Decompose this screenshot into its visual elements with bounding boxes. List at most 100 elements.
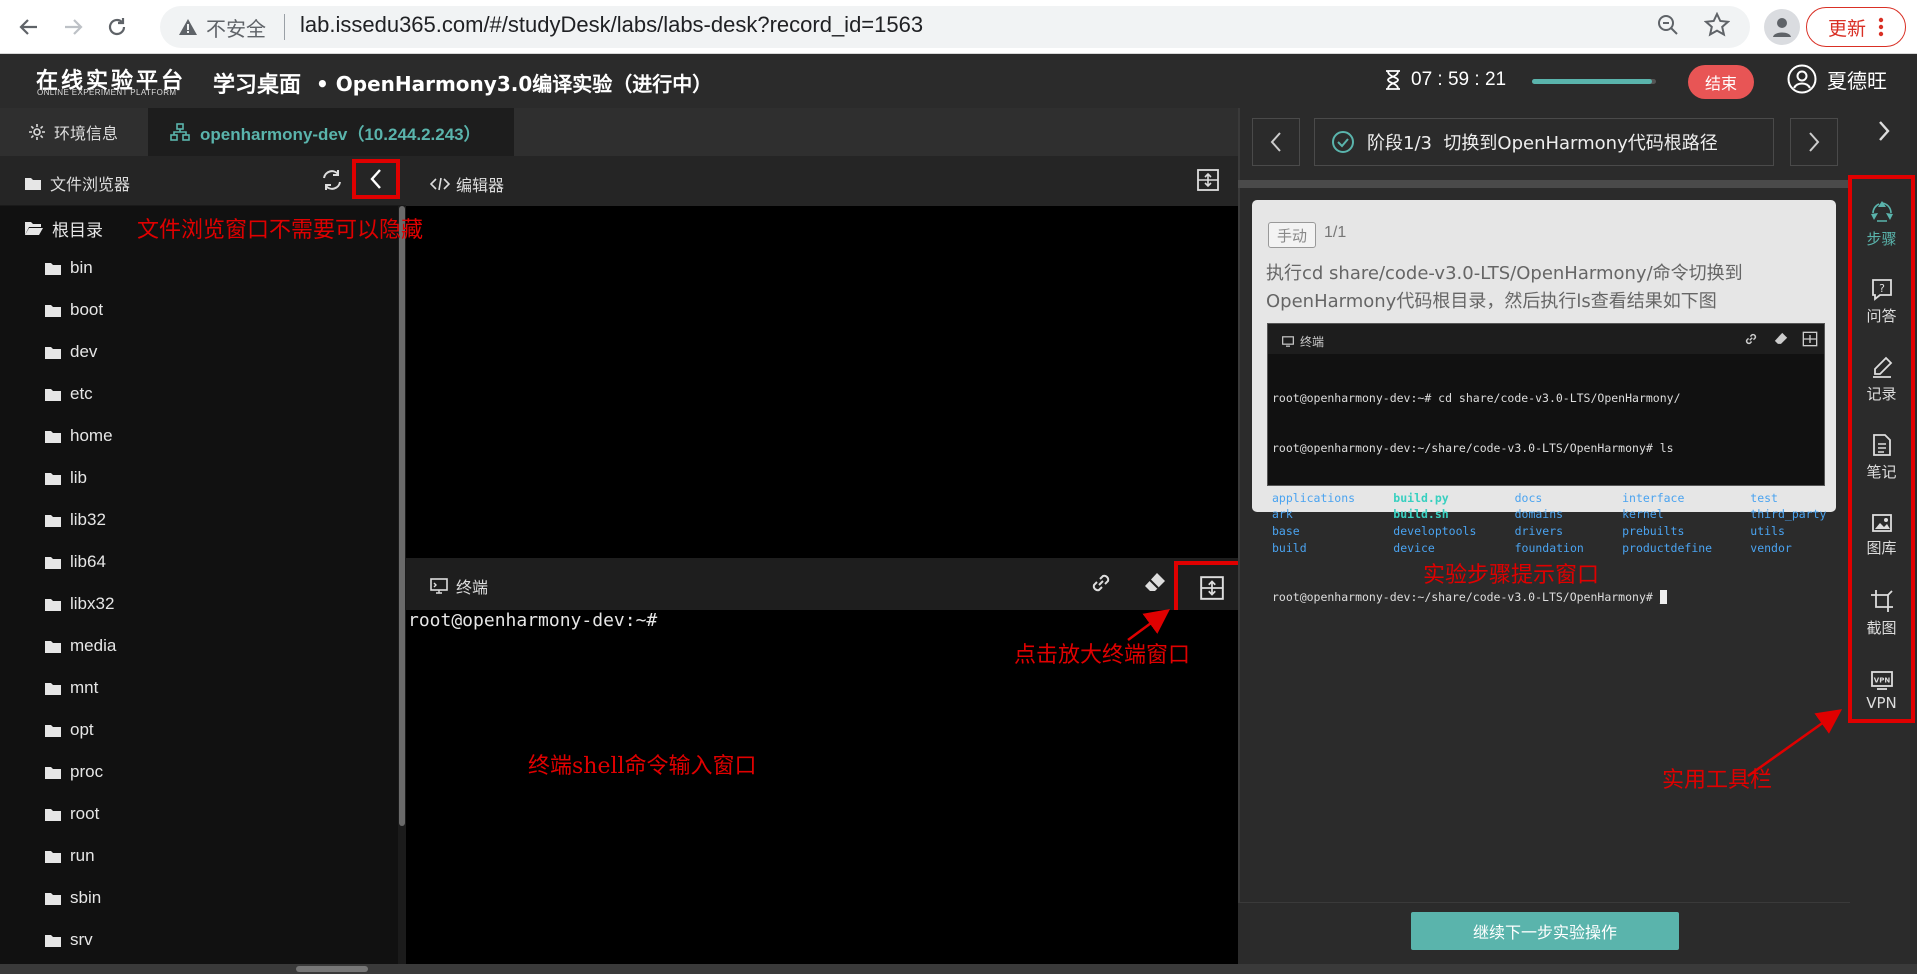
ls-entry: developtools [1393,523,1477,538]
tree-item-label: srv [70,930,93,949]
toolbar-steps[interactable]: 步骤 [1850,188,1913,258]
tree-item-label: dev [70,342,98,361]
link-icon[interactable] [1088,570,1116,598]
refresh-icon[interactable] [318,166,346,194]
ls-entry: device [1393,540,1435,555]
end-lab-button[interactable]: 结束 [1688,65,1754,99]
toolbar-gallery-label: 图库 [1866,538,1897,557]
tree-item-media[interactable]: media [44,631,116,661]
page-horizontal-scrollbar[interactable] [0,964,1917,974]
continue-next-step-button[interactable]: 继续下一步实验操作 [1411,912,1679,950]
tree-item-label: opt [70,720,94,739]
ls-output-row: ark build.sh domains kernel third_party [1272,506,1830,523]
eraser-icon[interactable] [1142,570,1170,598]
user-menu[interactable]: 夏德旺 [1787,64,1887,94]
person-icon [1773,18,1791,37]
check-circle-icon [1332,131,1354,153]
page-horizontal-scrollbar-thumb[interactable] [296,966,368,972]
profile-avatar[interactable] [1764,9,1800,45]
gear-icon [29,124,45,140]
tree-item-dev[interactable]: dev [44,337,97,367]
toolbar-record-label: 记录 [1866,384,1897,403]
chevron-right-icon [1809,132,1820,152]
tree-item-opt[interactable]: opt [44,715,94,745]
tree-item-label: lib [70,468,88,487]
maximize-icon [1802,331,1818,347]
ls-entry: kernel [1622,507,1664,522]
folder-icon [45,682,61,695]
tree-item-srv[interactable]: srv [44,925,93,955]
annotation-terminal-window: 终端shell命令输入窗口 [528,754,757,779]
folder-icon [45,598,61,611]
annotation-toolbar: 实用工具栏 [1662,768,1773,793]
toolbar-notes[interactable]: 笔记 [1850,422,1913,492]
url-text[interactable]: lab.issedu365.com/#/studyDesk/labs/labs-… [300,12,923,38]
link-icon [1743,331,1759,347]
toolbar-notes-label: 笔记 [1866,462,1897,481]
maximize-icon [1200,576,1224,600]
tree-item-etc[interactable]: etc [44,379,93,409]
tree-item-libx32[interactable]: libx32 [44,589,114,619]
toolbar-collapse-button[interactable] [1850,108,1917,154]
toolbar-record[interactable]: 记录 [1850,344,1913,414]
reload-icon[interactable] [100,10,134,44]
tree-item-mnt[interactable]: mnt [44,673,98,703]
tree-item-root[interactable]: root [44,799,99,829]
folder-icon [45,766,61,779]
toolbar-qa[interactable]: ? 问答 [1850,266,1913,336]
tree-item-run[interactable]: run [44,841,95,871]
screenshot-terminal-title-text: 终端 [1300,335,1325,349]
chevron-left-icon [370,169,381,189]
toolbar-screenshot[interactable]: 截图 [1850,578,1913,648]
tab-environment-info[interactable]: 环境信息 [0,108,148,156]
time-progress-fill [1532,79,1653,84]
previous-step-button[interactable] [1252,118,1300,166]
tree-item-lib32[interactable]: lib32 [44,505,106,535]
editor-header [406,156,1238,206]
tree-item-label: home [70,426,113,445]
bookmark-star-icon[interactable] [1704,12,1730,38]
tree-item-sbin[interactable]: sbin [44,883,101,913]
back-icon[interactable] [12,10,46,44]
ls-entry: third_party [1750,507,1827,522]
tab-openharmony-dev[interactable]: openharmony-dev（10.244.2.243） [148,108,514,156]
toolbar-vpn[interactable]: VPN VPN [1850,656,1913,726]
tree-item-lib[interactable]: lib [44,463,87,493]
ls-entry: foundation [1514,540,1584,555]
tree-item-boot[interactable]: boot [44,295,103,325]
screenshot-line: root@openharmony-dev:~/share/code-v3.0-L… [1272,440,1674,455]
tree-item-home[interactable]: home [44,421,113,451]
next-step-button[interactable] [1790,118,1838,166]
tree-item-lib64[interactable]: lib64 [44,547,106,577]
tree-root[interactable]: 根目录 [24,213,103,243]
forward-icon[interactable] [56,10,90,44]
folder-icon [45,934,61,947]
security-indicator[interactable]: 不安全 [178,15,266,41]
toolbar-gallery[interactable]: 图库 [1850,500,1913,570]
tree-item-proc[interactable]: proc [44,757,103,787]
file-browser-scrollbar-thumb[interactable] [399,206,405,826]
tree-item-label: lib64 [70,552,106,571]
step-title-text: 阶段1/3 切换到OpenHarmony代码根路径 [1367,133,1718,154]
collapse-file-browser-button[interactable] [352,159,400,199]
more-vertical-icon [1878,17,1884,37]
timer-value: 07 : 59 : 21 [1411,69,1507,90]
screenshot-terminal-header [1268,324,1824,354]
platform-logo-subtitle: ONLINE EXPERIMENT PLATFORM [37,88,177,97]
tab-environment-label: 环境信息 [54,124,119,143]
annotation-step-window: 实验步骤提示窗口 [1423,563,1600,588]
editor-area[interactable] [406,206,1238,558]
ls-entry: interface [1622,490,1685,505]
eraser-icon [1773,331,1789,347]
ls-entry: drivers [1514,523,1564,538]
editor-maximize-icon[interactable] [1196,168,1222,194]
tree-item-bin[interactable]: bin [44,253,93,283]
browser-update-button[interactable]: 更新 [1806,7,1906,47]
user-name: 夏德旺 [1827,68,1887,93]
file-browser-title-text: 文件浏览器 [50,175,131,194]
folder-icon [45,808,61,821]
zoom-icon[interactable] [1656,13,1680,37]
tree-item-label: run [70,846,95,865]
toolbar-vpn-label: VPN [1866,694,1897,712]
folder-icon [45,556,61,569]
